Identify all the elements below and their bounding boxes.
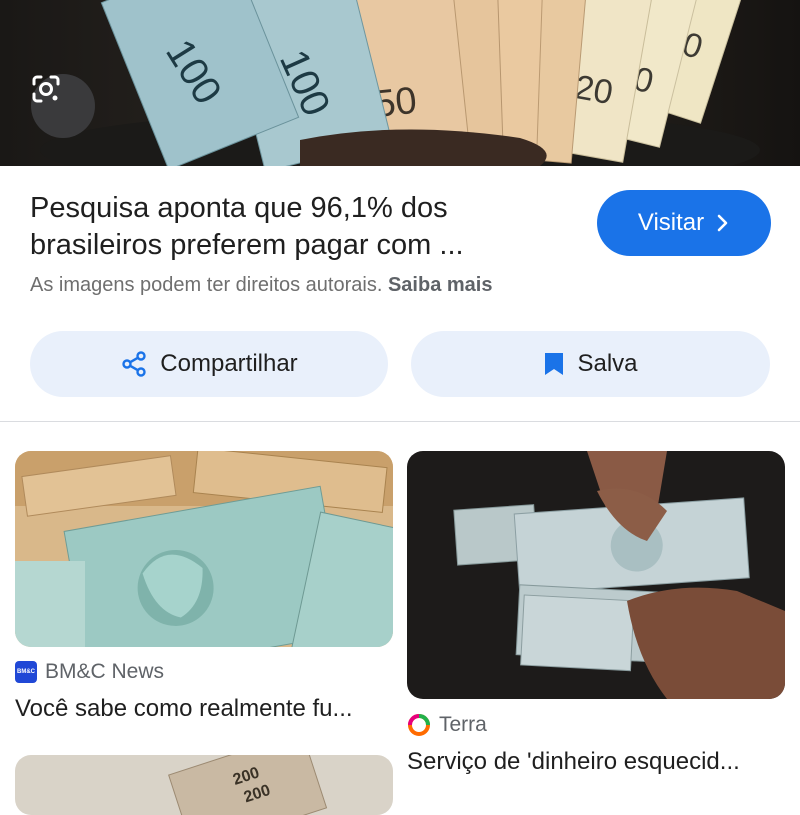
share-icon [122, 351, 146, 377]
visit-button[interactable]: Visitar [597, 190, 771, 256]
related-source-1-label: BM&C News [45, 660, 165, 683]
banknotes-illustration: 20 20 20 50 50 50 50 100 [40, 0, 760, 166]
hero-image[interactable]: 20 20 20 50 50 50 50 100 [0, 0, 800, 166]
save-button-label: Salva [577, 350, 638, 377]
result-title[interactable]: Pesquisa aponta que 96,1% dos brasileiro… [30, 190, 550, 264]
bmc-news-favicon: BM&C [15, 661, 37, 683]
google-lens-button[interactable] [31, 74, 95, 138]
share-button[interactable]: Compartilhar [30, 331, 388, 397]
visit-button-label: Visitar [637, 209, 705, 236]
terra-logo-icon [408, 714, 430, 736]
related-source-1[interactable]: BM&C BM&C News [15, 660, 164, 684]
lens-icon [32, 75, 60, 103]
related-source-2[interactable]: Terra [407, 713, 487, 737]
related-source-2-label: Terra [439, 713, 487, 736]
copyright-notice: As imagens podem ter direitos autorais. … [30, 274, 492, 297]
share-button-label: Compartilhar [160, 350, 298, 377]
section-divider [0, 421, 800, 422]
related-title-1[interactable]: Você sabe como realmente fu... [15, 695, 353, 723]
banknotes-200-photo: 200 200 [15, 755, 393, 815]
hands-counting-money-photo [407, 451, 785, 699]
related-title-2[interactable]: Serviço de 'dinheiro esquecid... [407, 748, 740, 776]
bookmark-icon [545, 353, 564, 375]
related-image-2[interactable] [407, 451, 785, 699]
result-title-line1: Pesquisa aponta que 96,1% dos [30, 192, 448, 224]
copyright-text: As imagens podem ter direitos autorais. [30, 274, 383, 296]
save-button[interactable]: Salva [411, 331, 770, 397]
learn-more-link[interactable]: Saiba mais [388, 274, 493, 296]
banknotes-photo [15, 451, 393, 647]
chevron-right-icon [717, 214, 728, 232]
related-image-3[interactable]: 200 200 [15, 755, 393, 815]
related-image-1[interactable] [15, 451, 393, 647]
result-title-line2: brasileiros preferem pagar com ... [30, 229, 464, 261]
